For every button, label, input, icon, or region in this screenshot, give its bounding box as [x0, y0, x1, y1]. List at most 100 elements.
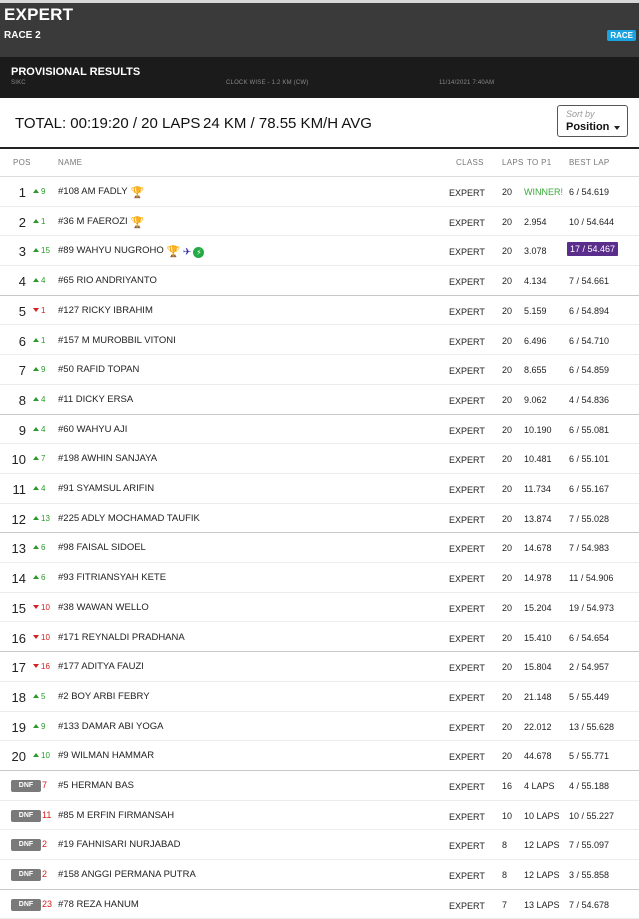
table-row[interactable]: DNF 7 #5 HERMAN BAS EXPERT 16 4 LAPS 4 / 55.18…: [0, 771, 639, 801]
table-row[interactable]: 12 13 #225 ADLY MOCHAMAD TAUFIK EXPERT 20 13.…: [0, 504, 639, 534]
class-cell: EXPERT: [449, 514, 485, 525]
position-change: 10: [33, 751, 50, 760]
arrow-up-icon: [33, 575, 39, 580]
rider-name-cell: #98 FAISAL SIDOEL: [58, 542, 146, 553]
rider-name[interactable]: #9 WILMAN HAMMAR: [58, 750, 154, 761]
rider-name[interactable]: #127 RICKY IBRAHIM: [58, 305, 153, 316]
class-cell: EXPERT: [449, 633, 485, 644]
arrow-down-icon: [33, 604, 39, 609]
table-row[interactable]: 14 6 #93 FITRIANSYAH KETE EXPERT 20 14.978 11 …: [0, 563, 639, 593]
rider-name[interactable]: #93 FITRIANSYAH KETE: [58, 572, 166, 583]
rider-name[interactable]: #91 SYAMSUL ARIFIN: [58, 483, 154, 494]
best-lap-cell: 10 / 55.227: [569, 810, 615, 821]
col-best[interactable]: BEST LAP: [569, 158, 610, 167]
class-cell: EXPERT: [449, 366, 485, 377]
best-lap-cell: 2 / 54.957: [569, 662, 610, 673]
rider-name[interactable]: #158 ANGGI PERMANA PUTRA: [58, 869, 196, 880]
rider-name[interactable]: #60 WAHYU AJI: [58, 424, 127, 435]
total-time: TOTAL: 00:19:20 / 20 LAPS: [15, 115, 201, 132]
table-row[interactable]: 20 10 #9 WILMAN HAMMAR EXPERT 20 44.678 5 / 55…: [0, 741, 639, 771]
best-lap-cell: 13 / 55.628: [569, 721, 615, 732]
table-row[interactable]: 11 4 #91 SYAMSUL ARIFIN EXPERT 20 11.734 6 / 5…: [0, 474, 639, 504]
position-change: 7: [33, 454, 45, 463]
rider-name-cell: #2 BOY ARBI FEBRY: [58, 691, 150, 702]
best-lap-cell: 19 / 54.973: [569, 602, 615, 613]
distance-avg: 24 KM / 78.55 KM/H AVG: [203, 115, 372, 132]
class-cell: EXPERT: [449, 395, 485, 406]
table-row[interactable]: DNF 2 #158 ANGGI PERMANA PUTRA EXPERT 8 12 LA…: [0, 860, 639, 890]
position: 1: [18, 185, 26, 200]
table-row[interactable]: DNF 23 #78 REZA HANUM EXPERT 7 13 LAPS 7 / 54.…: [0, 890, 639, 919]
position-change-value: 5: [41, 691, 46, 701]
rider-name[interactable]: #19 FAHNISARI NURJABAD: [58, 839, 180, 850]
rider-name[interactable]: #38 WAWAN WELLO: [58, 602, 149, 613]
col-laps[interactable]: LAPS: [502, 158, 524, 167]
table-row[interactable]: 10 7 #198 AWHIN SANJAYA EXPERT 20 10.481 6 / 5…: [0, 444, 639, 474]
col-gap[interactable]: TO P1: [527, 158, 551, 167]
position-change: 9: [33, 187, 45, 196]
table-row[interactable]: DNF 11 #85 M ERFIN FIRMANSAH EXPERT 10 10 LAP…: [0, 801, 639, 831]
class-cell: EXPERT: [449, 336, 485, 347]
table-row[interactable]: 1 9 #108 AM FADLY 🏆 EXPERT 20 WINNER! 6 / 54.61…: [0, 177, 639, 207]
table-row[interactable]: 18 5 #2 BOY ARBI FEBRY EXPERT 20 21.148 5 / 55…: [0, 682, 639, 712]
table-row[interactable]: 4 4 #65 RIO ANDRIYANTO EXPERT 20 4.134 7 / 54.…: [0, 266, 639, 296]
arrow-up-icon: [33, 515, 39, 520]
col-name[interactable]: NAME: [58, 158, 82, 167]
race-datetime: 11/14/2021 7:40AM: [439, 80, 495, 86]
rider-name-cell: #60 WAHYU AJI: [58, 424, 127, 435]
table-row[interactable]: 5 1 #127 RICKY IBRAHIM EXPERT 20 5.159 6 / 54.…: [0, 296, 639, 326]
table-row[interactable]: 8 4 #11 DICKY ERSA EXPERT 20 9.062 4 / 54.836: [0, 385, 639, 415]
rider-name[interactable]: #133 DAMAR ABI YOGA: [58, 721, 163, 732]
rider-name[interactable]: #50 RAFID TOPAN: [58, 364, 139, 375]
table-row[interactable]: 15 10 #38 WAWAN WELLO EXPERT 20 15.204 19 / 54…: [0, 593, 639, 623]
rider-name[interactable]: #36 M FAEROZI: [58, 216, 128, 227]
rider-name-cell: #85 M ERFIN FIRMANSAH: [58, 810, 174, 821]
rider-name[interactable]: #11 DICKY ERSA: [58, 394, 133, 405]
class-cell: EXPERT: [449, 663, 485, 674]
table-row[interactable]: 19 9 #133 DAMAR ABI YOGA EXPERT 20 22.012 13 /…: [0, 712, 639, 742]
rider-name[interactable]: #78 REZA HANUM: [58, 899, 139, 910]
table-row[interactable]: 17 16 #177 ADITYA FAUZI EXPERT 20 15.804 2 / 5…: [0, 652, 639, 682]
col-pos[interactable]: POS: [13, 158, 31, 167]
circuit-name: SIKC: [11, 80, 26, 86]
table-row[interactable]: 7 9 #50 RAFID TOPAN EXPERT 20 8.655 6 / 54.859: [0, 355, 639, 385]
class-cell: EXPERT: [449, 811, 485, 822]
arrow-up-icon: [33, 278, 39, 283]
rider-name-cell: #127 RICKY IBRAHIM: [58, 305, 153, 316]
arrow-up-icon: [33, 189, 39, 193]
rider-name-cell: #198 AWHIN SANJAYA: [58, 453, 157, 464]
position-change: 4: [33, 395, 45, 404]
sort-dropdown[interactable]: Sort by Position: [557, 105, 628, 137]
rider-icons: 🏆: [131, 217, 145, 229]
position-change: 6: [33, 573, 45, 582]
rider-name-cell: #11 DICKY ERSA: [58, 394, 133, 405]
table-row[interactable]: 6 1 #157 M MUROBBIL VITONI EXPERT 20 6.496 6 /…: [0, 326, 639, 356]
table-row[interactable]: 9 4 #60 WAHYU AJI EXPERT 20 10.190 6 / 55.081: [0, 415, 639, 445]
table-row[interactable]: 16 10 #171 REYNALDI PRADHANA EXPERT 20 15.410…: [0, 623, 639, 653]
rider-name[interactable]: #157 M MUROBBIL VITONI: [58, 335, 176, 346]
table-row[interactable]: 2 1 #36 M FAEROZI 🏆 EXPERT 20 2.954 10 / 54.644: [0, 207, 639, 237]
rider-name[interactable]: #198 AWHIN SANJAYA: [58, 453, 157, 464]
col-class[interactable]: CLASS: [456, 158, 484, 167]
position-change: 10: [33, 633, 50, 642]
rider-name[interactable]: #89 WAHYU NUGROHO: [58, 245, 164, 256]
laps-cell: 20: [502, 513, 513, 524]
rider-name[interactable]: #98 FAISAL SIDOEL: [58, 542, 146, 553]
class-cell: EXPERT: [449, 871, 485, 882]
rider-name[interactable]: #2 BOY ARBI FEBRY: [58, 691, 150, 702]
laps-cell: 20: [502, 484, 513, 494]
rider-name[interactable]: #65 RIO ANDRIYANTO: [58, 275, 157, 286]
rider-name[interactable]: #177 ADITYA FAUZI: [58, 661, 144, 672]
rider-name[interactable]: #171 REYNALDI PRADHANA: [58, 632, 185, 643]
table-row[interactable]: DNF 2 #19 FAHNISARI NURJABAD EXPERT 8 12 LAPS…: [0, 830, 639, 861]
table-row[interactable]: 3 15 #89 WAHYU NUGROHO 🏆 ✈ ⚡ EXPERT 20 3.078 17 /…: [0, 236, 639, 267]
rider-name-cell: #91 SYAMSUL ARIFIN: [58, 483, 154, 494]
rider-name[interactable]: #225 ADLY MOCHAMAD TAUFIK: [58, 513, 200, 524]
rider-name[interactable]: #108 AM FADLY: [58, 186, 128, 197]
position-change-value: 9: [41, 365, 46, 375]
table-row[interactable]: 13 6 #98 FAISAL SIDOEL EXPERT 20 14.678 7 / 54…: [0, 533, 639, 564]
laps-cell: 8: [502, 840, 508, 851]
lightning-icon: ⚡: [193, 247, 205, 259]
rider-name[interactable]: #5 HERMAN BAS: [58, 780, 134, 791]
rider-name[interactable]: #85 M ERFIN FIRMANSAH: [58, 810, 174, 821]
